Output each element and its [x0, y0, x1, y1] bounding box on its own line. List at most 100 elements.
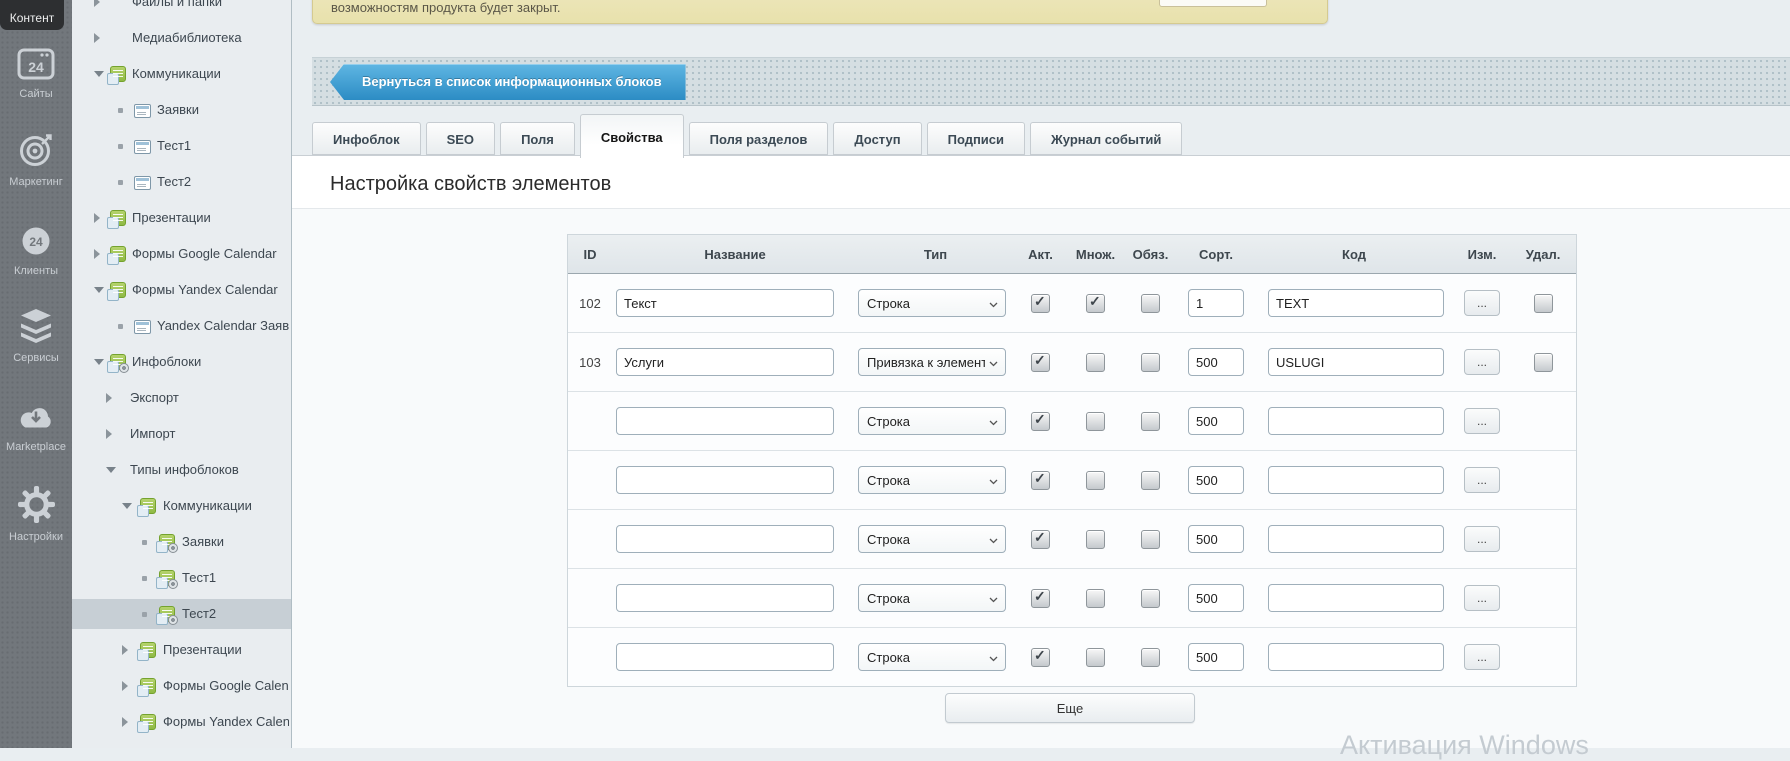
property-edit-button[interactable]: ... — [1464, 349, 1500, 375]
property-type-select[interactable]: Строка — [858, 466, 1006, 494]
active-checkbox[interactable] — [1031, 647, 1050, 667]
rail-item-clients[interactable]: 24 Клиенты — [0, 225, 72, 277]
property-sort-input[interactable] — [1188, 643, 1244, 671]
tab-6[interactable]: Доступ — [833, 122, 922, 155]
property-sort-input[interactable] — [1188, 289, 1244, 317]
rail-item-services[interactable]: Сервисы — [0, 308, 72, 364]
tree-item-тест2[interactable]: Тест2 — [72, 167, 291, 197]
collapse-arrow-icon[interactable] — [94, 33, 100, 43]
property-code-input[interactable] — [1268, 584, 1444, 612]
tree-item-файлы-и-папки[interactable]: Файлы и папки — [72, 0, 291, 17]
rail-item-sites[interactable]: 24 Сайты — [0, 48, 72, 100]
property-code-input[interactable] — [1268, 643, 1444, 671]
active-checkbox[interactable] — [1031, 293, 1050, 313]
required-checkbox[interactable] — [1141, 647, 1160, 667]
tree-item-формы-google-calendar[interactable]: Формы Google Calendar — [72, 239, 291, 269]
property-edit-button[interactable]: ... — [1464, 408, 1500, 434]
property-sort-input[interactable] — [1188, 348, 1244, 376]
property-code-input[interactable] — [1268, 466, 1444, 494]
property-name-input[interactable] — [616, 643, 834, 671]
collapse-arrow-icon[interactable] — [122, 681, 128, 691]
delete-checkbox[interactable] — [1533, 293, 1553, 313]
tree-item-заявки[interactable]: Заявки — [72, 527, 291, 557]
tree-item-коммуникации[interactable]: Коммуникации — [72, 59, 291, 89]
active-checkbox[interactable] — [1031, 588, 1050, 608]
property-code-input[interactable] — [1268, 289, 1444, 317]
property-name-input[interactable] — [616, 289, 834, 317]
tree-item-импорт[interactable]: Импорт — [72, 419, 291, 449]
tree-item-yandex-calendar-заявки[interactable]: Yandex Calendar Заявки — [72, 311, 291, 341]
tree-item-презентации[interactable]: Презентации — [72, 635, 291, 665]
tab-4[interactable]: Свойства — [579, 114, 684, 158]
property-name-input[interactable] — [616, 407, 834, 435]
expand-arrow-icon[interactable] — [106, 467, 116, 473]
active-checkbox[interactable] — [1031, 470, 1050, 490]
property-sort-input[interactable] — [1188, 584, 1244, 612]
property-edit-button[interactable]: ... — [1464, 290, 1500, 316]
delete-checkbox[interactable] — [1533, 352, 1553, 372]
property-code-input[interactable] — [1268, 525, 1444, 553]
required-checkbox[interactable] — [1141, 588, 1160, 608]
property-name-input[interactable] — [616, 525, 834, 553]
rail-item-marketplace[interactable]: Marketplace — [0, 403, 72, 453]
rail-item-content[interactable]: Контент — [0, 0, 64, 30]
collapse-arrow-icon[interactable] — [122, 645, 128, 655]
active-checkbox[interactable] — [1031, 529, 1050, 549]
rail-item-settings[interactable]: Настройки — [0, 486, 72, 543]
tree-item-тест1[interactable]: Тест1 — [72, 563, 291, 593]
expand-arrow-icon[interactable] — [94, 71, 104, 77]
required-checkbox[interactable] — [1141, 470, 1160, 490]
more-button[interactable]: Еще — [945, 693, 1195, 723]
property-edit-button[interactable]: ... — [1464, 644, 1500, 670]
required-checkbox[interactable] — [1141, 293, 1160, 313]
tab-7[interactable]: Подписи — [926, 122, 1026, 155]
required-checkbox[interactable] — [1141, 352, 1160, 372]
multiple-checkbox[interactable] — [1086, 470, 1105, 490]
tab-5[interactable]: Поля разделов — [688, 122, 829, 155]
tree-item-тест2[interactable]: Тест2 — [72, 599, 291, 629]
property-type-select[interactable]: Строка — [858, 407, 1006, 435]
property-type-select[interactable]: Строка — [858, 584, 1006, 612]
property-sort-input[interactable] — [1188, 407, 1244, 435]
tree-item-формы-yandex-calendar[interactable]: Формы Yandex Calendar — [72, 707, 291, 737]
property-edit-button[interactable]: ... — [1464, 526, 1500, 552]
tree-item-презентации[interactable]: Презентации — [72, 203, 291, 233]
tab-8[interactable]: Журнал событий — [1030, 122, 1183, 155]
collapse-arrow-icon[interactable] — [94, 0, 100, 7]
property-type-select[interactable]: Строка — [858, 643, 1006, 671]
tree-item-экспорт[interactable]: Экспорт — [72, 383, 291, 413]
property-name-input[interactable] — [616, 584, 834, 612]
collapse-arrow-icon[interactable] — [106, 393, 112, 403]
property-type-select[interactable]: Строка — [858, 289, 1006, 317]
property-name-input[interactable] — [616, 466, 834, 494]
tree-item-формы-yandex-calendar[interactable]: Формы Yandex Calendar — [72, 275, 291, 305]
tree-item-формы-google-calendar[interactable]: Формы Google Calendar — [72, 671, 291, 701]
expand-arrow-icon[interactable] — [122, 503, 132, 509]
required-checkbox[interactable] — [1141, 529, 1160, 549]
property-code-input[interactable] — [1268, 348, 1444, 376]
tree-item-заявки[interactable]: Заявки — [72, 95, 291, 125]
multiple-checkbox[interactable] — [1086, 352, 1105, 372]
active-checkbox[interactable] — [1031, 411, 1050, 431]
property-code-input[interactable] — [1268, 407, 1444, 435]
multiple-checkbox[interactable] — [1086, 647, 1105, 667]
tree-item-медиабиблиотека[interactable]: Медиабиблиотека — [72, 23, 291, 53]
back-to-list-button[interactable]: Вернуться в список информационных блоков — [330, 64, 686, 100]
tab-3[interactable]: Поля — [500, 122, 575, 155]
property-sort-input[interactable] — [1188, 466, 1244, 494]
collapse-arrow-icon[interactable] — [94, 213, 100, 223]
tree-item-типы-инфоблоков[interactable]: Типы инфоблоков — [72, 455, 291, 485]
active-checkbox[interactable] — [1031, 352, 1050, 372]
multiple-checkbox[interactable] — [1086, 588, 1105, 608]
collapse-arrow-icon[interactable] — [122, 717, 128, 727]
tree-item-тест1[interactable]: Тест1 — [72, 131, 291, 161]
notice-button[interactable] — [1159, 0, 1267, 7]
tab-2[interactable]: SEO — [425, 122, 496, 155]
property-sort-input[interactable] — [1188, 525, 1244, 553]
multiple-checkbox[interactable] — [1086, 529, 1105, 549]
property-type-select[interactable]: Строка — [858, 525, 1006, 553]
property-name-input[interactable] — [616, 348, 834, 376]
tree-item-инфоблоки[interactable]: Инфоблоки — [72, 347, 291, 377]
property-edit-button[interactable]: ... — [1464, 467, 1500, 493]
tree-item-коммуникации[interactable]: Коммуникации — [72, 491, 291, 521]
